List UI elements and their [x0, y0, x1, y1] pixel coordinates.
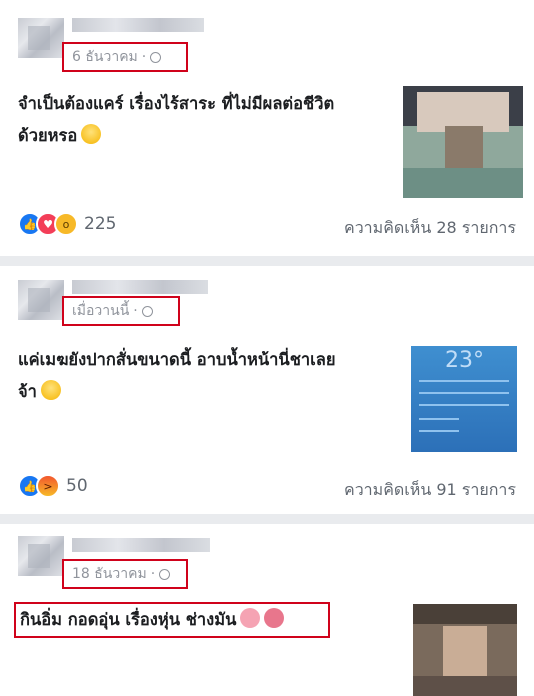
- reactions-bar[interactable]: 👍 ♥ o 225: [18, 212, 116, 236]
- post-timestamp[interactable]: เมื่อวานนี้ ·: [62, 296, 180, 326]
- post-3: 18 ธันวาคม · กินอิ่ม กอดอุ่น เรื่องหุ่น …: [0, 524, 534, 696]
- timestamp-text: 6 ธันวาคม: [72, 49, 138, 65]
- avatar[interactable]: [18, 536, 64, 576]
- rolling-eyes-emoji-icon: [81, 124, 102, 144]
- reaction-count: 50: [66, 476, 88, 496]
- comments-link[interactable]: ความคิดเห็น 91 รายการ: [344, 478, 516, 503]
- post-timestamp[interactable]: 6 ธันวาคม ·: [62, 42, 188, 72]
- author-name-redacted[interactable]: [72, 18, 204, 32]
- globe-icon: [150, 51, 162, 63]
- post-text-line-2-text: ด้วยหรอ: [18, 126, 78, 145]
- post-divider: [0, 514, 534, 524]
- thumbnail-temperature: 23°: [445, 348, 484, 373]
- post-timestamp[interactable]: 18 ธันวาคม ·: [62, 559, 188, 589]
- avatar[interactable]: [18, 18, 64, 58]
- post-text-line-1: กินอิ่ม กอดอุ่น เรื่องหุ่น ช่างมัน: [20, 604, 340, 636]
- author-name-redacted[interactable]: [72, 538, 210, 552]
- post-text: แค่เมฆยังปากสั่นขนาดนี้ อาบน้ำหน้านี่ชาเ…: [18, 344, 398, 408]
- timestamp-text: 18 ธันวาคม: [72, 566, 147, 582]
- angry-reaction-icon: >: [36, 474, 60, 498]
- post-text-line-1-text: กินอิ่ม กอดอุ่น เรื่องหุ่น ช่างมัน: [20, 610, 237, 629]
- post-thumbnail[interactable]: 23°: [411, 346, 517, 452]
- post-text-line-1: จำเป็นต้องแคร์ เรื่องไร้สาระ ที่ไม่มีผลต…: [18, 94, 335, 113]
- post-text: จำเป็นต้องแคร์ เรื่องไร้สาระ ที่ไม่มีผลต…: [18, 88, 398, 152]
- post-text-line-1: แค่เมฆยังปากสั่นขนาดนี้ อาบน้ำหน้านี่ชาเ…: [18, 350, 336, 369]
- post-1: 6 ธันวาคม · จำเป็นต้องแคร์ เรื่องไร้สาระ…: [0, 0, 534, 256]
- post-thumbnail[interactable]: [413, 604, 517, 696]
- post-text-line-2-text: จ้า: [18, 382, 37, 401]
- avatar[interactable]: [18, 280, 64, 320]
- separator-dot: ·: [150, 566, 156, 582]
- post-text-line-2: ด้วยหรอ: [18, 120, 398, 152]
- globe-icon: [159, 568, 171, 580]
- reactions-bar[interactable]: 👍 > 50: [18, 474, 88, 498]
- laughing-emoji-icon: [40, 380, 61, 400]
- post-text-line-2: จ้า: [18, 376, 398, 408]
- post-text: กินอิ่ม กอดอุ่น เรื่องหุ่น ช่างมัน: [20, 604, 340, 636]
- reaction-count: 225: [84, 214, 117, 234]
- timestamp-text: เมื่อวานนี้: [72, 303, 130, 319]
- separator-dot: ·: [133, 303, 138, 319]
- pig-face-emoji-icon: [240, 608, 261, 628]
- comments-link[interactable]: ความคิดเห็น 28 รายการ: [344, 216, 516, 241]
- globe-icon: [141, 305, 153, 317]
- separator-dot: ·: [141, 49, 147, 65]
- post-2: เมื่อวานนี้ · แค่เมฆยังปากสั่นขนาดนี้ อา…: [0, 266, 534, 514]
- wow-reaction-icon: o: [54, 212, 78, 236]
- post-thumbnail[interactable]: [403, 86, 523, 198]
- author-name-redacted[interactable]: [72, 280, 208, 294]
- pig-nose-emoji-icon: [264, 608, 285, 628]
- post-divider: [0, 256, 534, 266]
